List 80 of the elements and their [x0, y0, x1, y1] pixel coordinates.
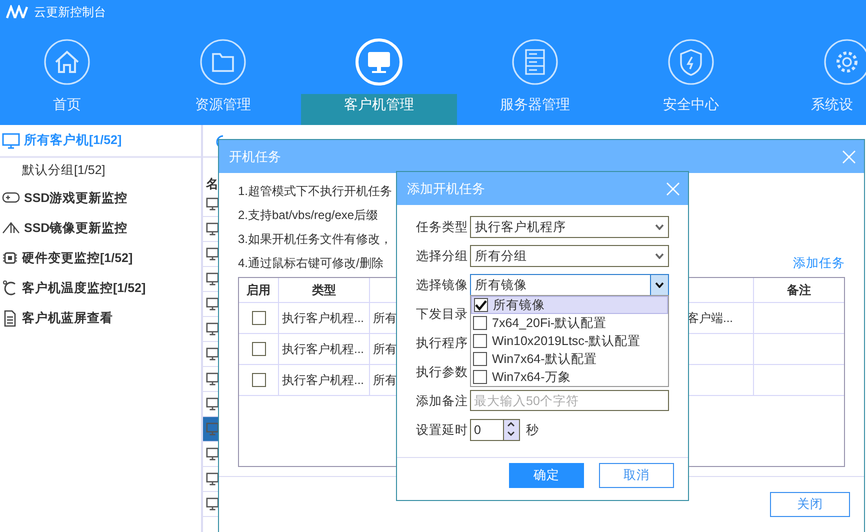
table-cell: 执行客户机程... [279, 365, 370, 395]
checkbox[interactable] [473, 370, 487, 384]
monitor-icon [206, 247, 219, 261]
field-label: 设置延时 [416, 422, 469, 438]
field-label: 下发目录 [416, 306, 469, 322]
home-icon [43, 38, 91, 86]
thermometer-icon [2, 280, 18, 296]
field-label: 执行程序 [416, 334, 469, 352]
monitor-icon [206, 372, 219, 386]
logo-icon [6, 5, 28, 19]
note-text: 1.超管模式下不执行开机任务 [238, 182, 392, 200]
monitor-icon [206, 197, 219, 211]
column-header: 启用 [239, 278, 279, 302]
note-text: 4.通过鼠标右键可修改/删除 [238, 254, 384, 272]
checkbox[interactable] [473, 352, 487, 366]
sidebar-item[interactable]: SSD游戏更新监控 [0, 183, 201, 213]
select-field[interactable]: 执行客户机程序 [470, 216, 669, 238]
column-header: 备注 [786, 282, 812, 298]
monitor-icon [206, 472, 219, 486]
nav-tab[interactable]: 客户机管理 [301, 38, 457, 125]
dropdown-option[interactable]: 7x64_20Fi-默认配置 [471, 314, 668, 332]
monitor-icon [206, 272, 219, 286]
sidebar-item[interactable]: 硬件变更监控[1/52] [0, 243, 201, 273]
server-icon [511, 38, 559, 86]
checkbox[interactable] [252, 342, 266, 356]
client-row[interactable] [203, 417, 219, 442]
gear-icon [823, 38, 866, 86]
checkbox[interactable] [473, 334, 487, 348]
input-field[interactable]: 最大输入50个字符 [470, 390, 669, 411]
chip-icon [2, 250, 18, 266]
unit-label: 秒 [526, 422, 539, 438]
table-cell: 所有 [373, 340, 397, 358]
sidebar-item[interactable]: 客户机温度监控[1/52] [0, 273, 201, 303]
checkbox[interactable] [252, 311, 266, 325]
table-cell: 所有 [373, 372, 397, 388]
monitor-icon [206, 397, 219, 411]
field-label: 任务类型 [416, 218, 469, 236]
dropdown-option[interactable]: Win10x2019Ltsc-默认配置 [471, 332, 668, 350]
sidebar-item[interactable]: 客户机蓝屏查看 [0, 303, 201, 333]
chevron-down-icon [655, 282, 664, 288]
checkbox[interactable] [252, 373, 266, 387]
chevron-down-icon [655, 224, 664, 230]
column-header: 类型 [279, 278, 370, 302]
monitor-icon [355, 38, 403, 86]
field-label: 选择镜像 [416, 276, 469, 294]
app-title: 云更新控制台 [34, 4, 106, 20]
column-header: 名 [206, 177, 219, 191]
monitor-icon [206, 322, 219, 336]
monitor-icon [2, 132, 20, 148]
monitor-icon [206, 347, 219, 361]
dropdown-option[interactable]: 所有镜像 [471, 296, 668, 314]
folder-icon [199, 38, 247, 86]
dialog-title: 开机任务 [229, 148, 281, 166]
layers-icon [2, 221, 20, 235]
document-icon [2, 310, 18, 326]
table-cell: 执行客户机程... [279, 303, 370, 333]
table-cell: 所有 [373, 310, 397, 326]
gamepad-icon [2, 191, 20, 205]
sidebar-item[interactable]: 默认分组[1/52] [0, 158, 201, 183]
field-label: 执行参数 [416, 364, 469, 380]
chevron-down-icon [655, 253, 664, 259]
dialog-title: 添加开机任务 [407, 180, 485, 198]
monitor-icon [206, 222, 219, 236]
monitor-icon [206, 422, 219, 436]
table-cell: 执行客户机程... [279, 334, 370, 364]
field-label: 选择分组 [416, 248, 469, 264]
sidebar-item[interactable]: SSD镜像更新监控 [0, 213, 201, 243]
monitor-icon [206, 447, 219, 461]
checkbox[interactable] [474, 298, 488, 312]
monitor-icon [206, 297, 219, 311]
select-field[interactable]: 所有分组 [470, 245, 669, 267]
checkbox[interactable] [473, 316, 487, 330]
note-text: 3.如果开机任务文件有修改， [238, 230, 392, 248]
monitor-icon [206, 497, 219, 511]
note-text: 2.支持bat/vbs/reg/exe后缀 [238, 206, 378, 224]
number-spinner[interactable]: 0 [470, 419, 520, 441]
dropdown-option[interactable]: Win7x64-万象 [471, 368, 668, 386]
field-label: 添加备注 [416, 392, 469, 410]
dropdown-option[interactable]: Win7x64-默认配置 [471, 350, 668, 368]
shield-icon [667, 38, 715, 86]
